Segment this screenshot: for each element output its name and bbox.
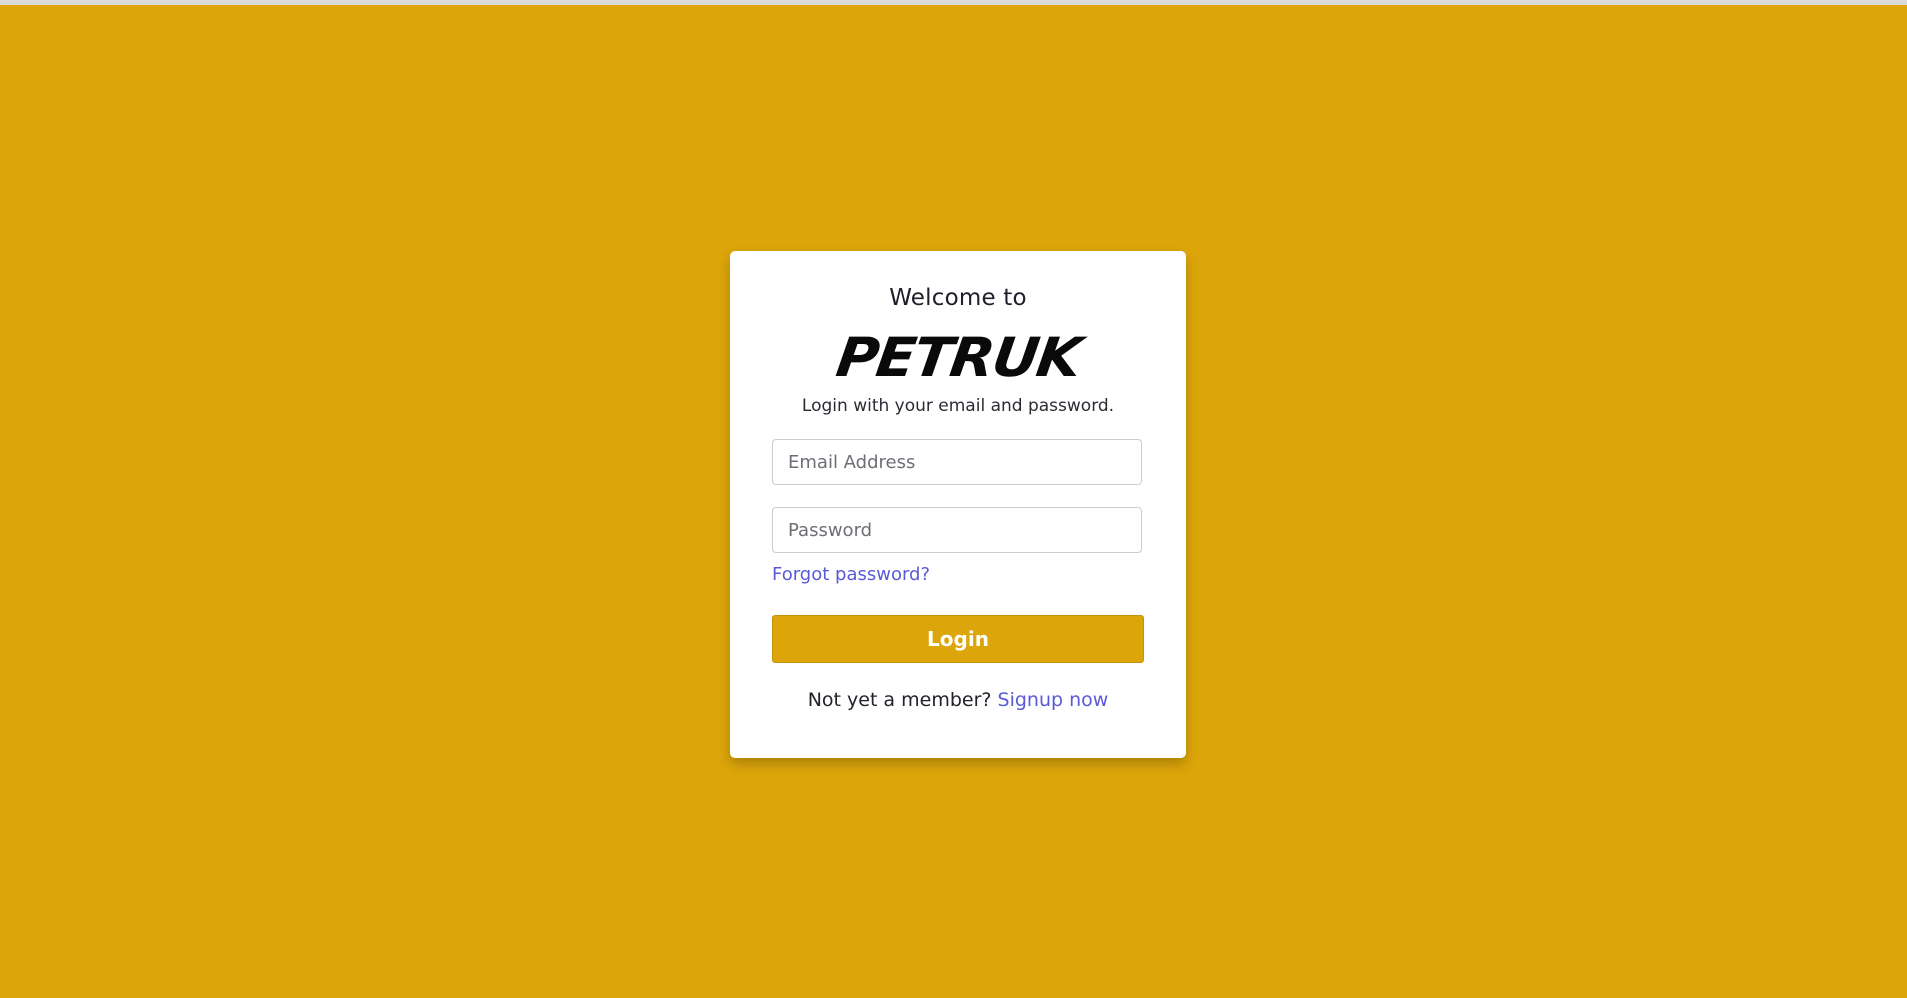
login-button[interactable]: Login	[772, 615, 1144, 663]
signup-link[interactable]: Signup now	[998, 689, 1109, 711]
login-card: Welcome to PETRUK Login with your email …	[730, 251, 1186, 758]
top-border	[0, 0, 1907, 5]
login-subtitle: Login with your email and password.	[801, 396, 1115, 416]
email-field[interactable]	[772, 439, 1142, 485]
welcome-heading: Welcome to	[889, 285, 1027, 311]
password-field[interactable]	[772, 507, 1142, 553]
brand-logo: PETRUK	[832, 326, 1084, 389]
signup-row: Not yet a member? Signup now	[730, 689, 1186, 711]
forgot-password-link[interactable]: Forgot password?	[772, 564, 930, 585]
signup-prompt: Not yet a member?	[807, 689, 998, 711]
page-background: Welcome to PETRUK Login with your email …	[0, 0, 1907, 998]
